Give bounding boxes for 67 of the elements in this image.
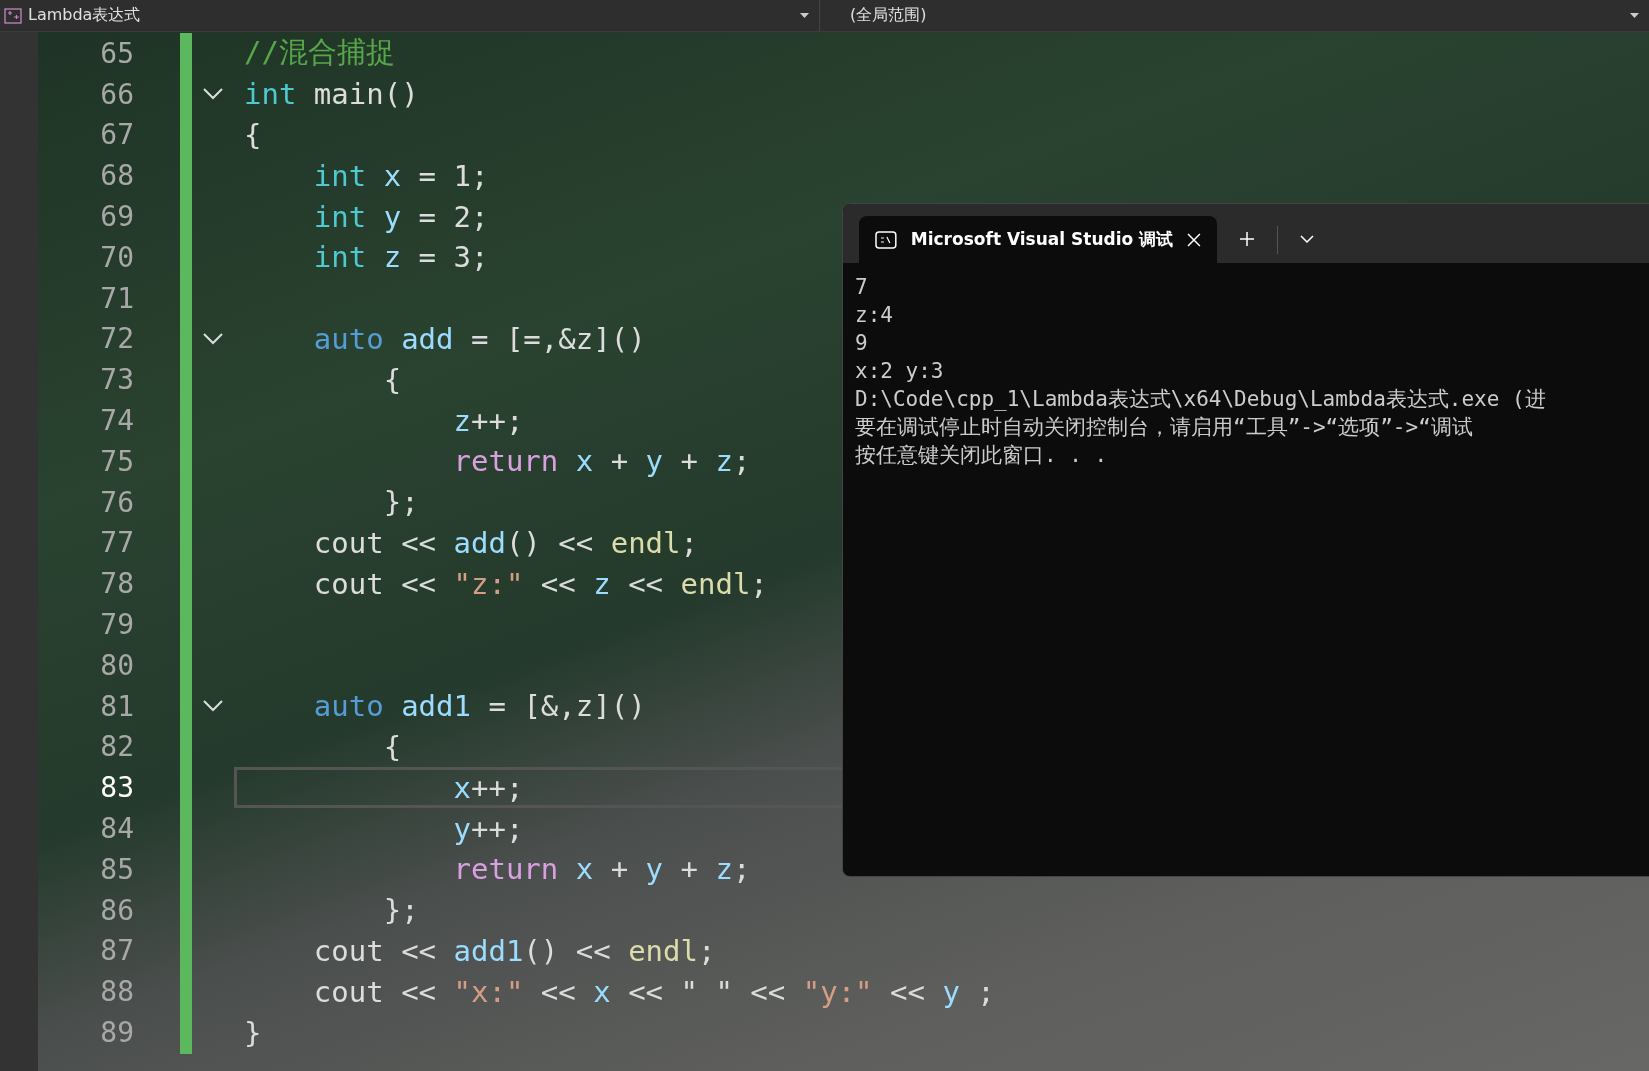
dropdown-chevron-icon[interactable] bbox=[1300, 234, 1314, 243]
line-number: 82 bbox=[100, 730, 134, 764]
line-number: 72 bbox=[100, 322, 134, 356]
console-output-line: 9 bbox=[855, 330, 869, 357]
code-line: y++; bbox=[452, 811, 524, 846]
caret-icon bbox=[800, 13, 809, 18]
code-line: }; bbox=[382, 485, 419, 520]
line-number: 79 bbox=[100, 608, 134, 642]
code-line: z++; bbox=[452, 403, 524, 438]
scope-dropdown[interactable]: (全局范围) bbox=[820, 0, 1649, 31]
line-number: 78 bbox=[100, 567, 134, 601]
code-line: int z = 3; bbox=[312, 240, 489, 275]
line-number: 71 bbox=[100, 281, 134, 315]
line-number: 80 bbox=[100, 648, 134, 682]
code-line: auto add1 = [&,z]() bbox=[312, 689, 646, 724]
line-number: 88 bbox=[100, 975, 134, 1009]
console-tab[interactable]: Microsoft Visual Studio 调试 bbox=[859, 216, 1217, 263]
code-line: cout << "x:" << x << " " << "y:" << y ; bbox=[312, 974, 995, 1009]
code-line: cout << "z:" << z << endl; bbox=[312, 566, 768, 601]
line-number: 73 bbox=[100, 363, 134, 397]
line-number: 89 bbox=[100, 1016, 134, 1049]
line-number: 85 bbox=[100, 852, 134, 886]
code-line: auto add = [=,&z]() bbox=[312, 321, 646, 356]
line-number: 86 bbox=[100, 893, 134, 927]
line-number: 75 bbox=[100, 444, 134, 478]
line-number: 81 bbox=[100, 689, 134, 723]
console-output-line: 按任意键关闭此窗口. . . bbox=[855, 442, 1109, 469]
line-number: 76 bbox=[100, 485, 134, 519]
line-number: 66 bbox=[100, 77, 134, 111]
line-number: 74 bbox=[100, 404, 134, 438]
code-line: { bbox=[244, 118, 262, 152]
line-number: 68 bbox=[100, 159, 134, 193]
console-output-line: 7 bbox=[855, 274, 869, 301]
collapse-chevron-icon[interactable] bbox=[202, 87, 224, 102]
code-line: { bbox=[382, 729, 402, 764]
line-number: 69 bbox=[100, 200, 134, 234]
code-line: int main() bbox=[244, 77, 419, 112]
console-output-line: 要在调试停止时自动关闭控制台，请启用“工具”->“选项”->“调试 bbox=[855, 414, 1474, 441]
caret-icon bbox=[1630, 13, 1639, 18]
code-line: } bbox=[244, 1015, 262, 1050]
terminal-icon bbox=[875, 230, 897, 249]
line-number: 87 bbox=[100, 934, 134, 968]
file-dropdown[interactable]: Lambda表达式 bbox=[0, 0, 820, 31]
project-icon bbox=[4, 7, 22, 24]
new-tab-icon[interactable] bbox=[1239, 230, 1255, 247]
line-number: 67 bbox=[100, 118, 134, 152]
line-number: 84 bbox=[100, 812, 134, 846]
console-output-line: z:4 bbox=[855, 302, 894, 329]
code-line: int x = 1; bbox=[312, 158, 489, 193]
code-line: cout << add1() << endl; bbox=[312, 933, 716, 968]
code-line: return x + y + z; bbox=[452, 852, 751, 887]
collapse-chevron-icon[interactable] bbox=[202, 699, 224, 714]
code-line: int y = 2; bbox=[312, 199, 489, 234]
code-line: return x + y + z; bbox=[452, 444, 751, 479]
code-line: { bbox=[382, 362, 402, 397]
line-number: 65 bbox=[100, 36, 134, 70]
line-number: 70 bbox=[100, 240, 134, 274]
code-line: cout << add() << endl; bbox=[312, 525, 698, 560]
collapse-chevron-icon[interactable] bbox=[202, 331, 224, 346]
console-output-line: x:2 y:3 bbox=[855, 358, 945, 385]
line-number: 83 bbox=[100, 771, 134, 805]
code-line: }; bbox=[382, 893, 419, 928]
code-line: x++; bbox=[452, 770, 524, 805]
console-output-line: D:\Code\cpp_1\Lambda表达式\x64\Debug\Lambda表达式.exe (进 bbox=[855, 386, 1547, 413]
line-number: 77 bbox=[100, 526, 134, 560]
close-icon[interactable] bbox=[1187, 232, 1201, 247]
code-line: //混合捕捉 bbox=[244, 34, 395, 72]
